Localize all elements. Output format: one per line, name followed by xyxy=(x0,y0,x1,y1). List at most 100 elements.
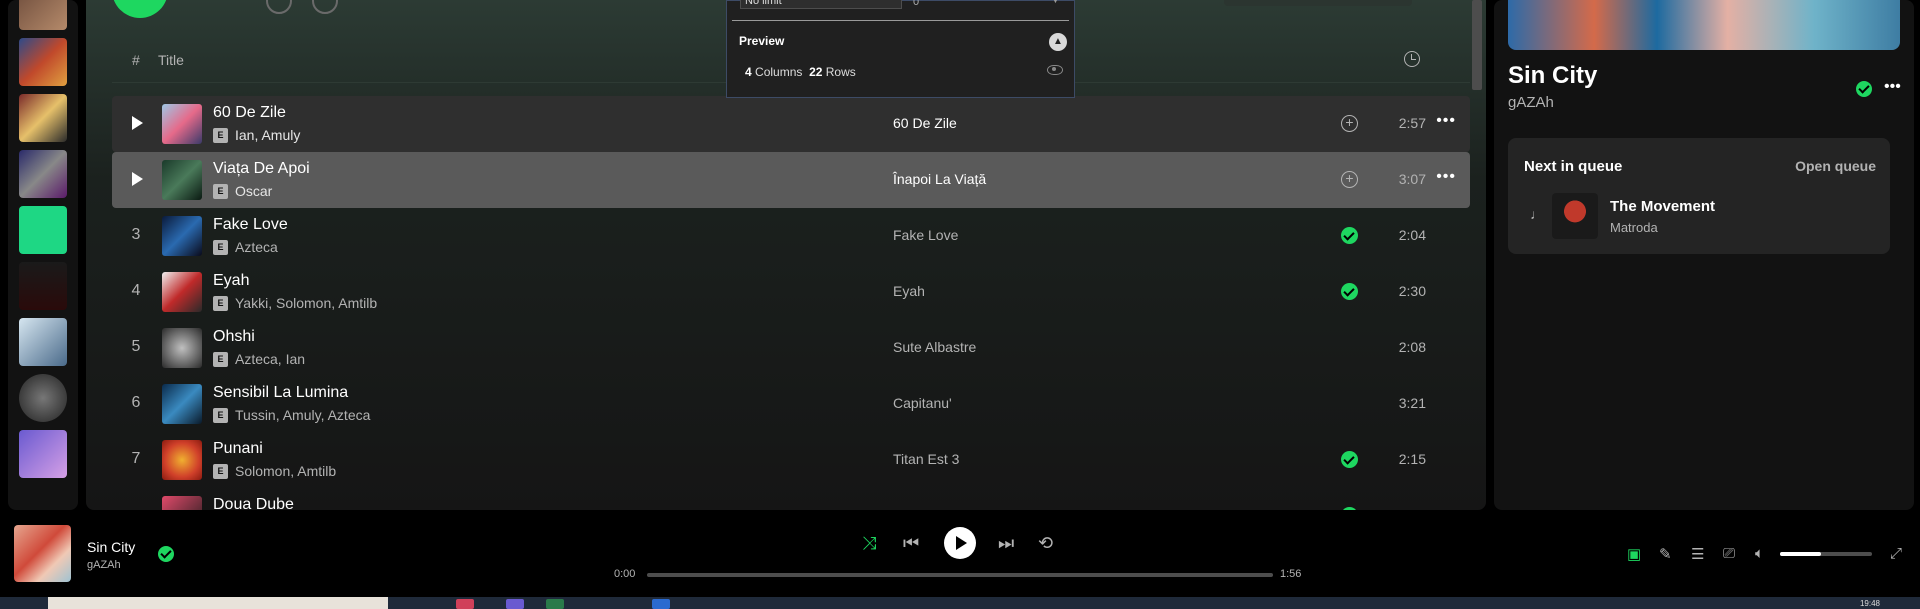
repeat-icon[interactable]: ⟲ xyxy=(1038,533,1053,554)
eye-icon[interactable] xyxy=(1047,65,1063,75)
scrollbar[interactable] xyxy=(1472,0,1482,90)
explicit-badge: E xyxy=(213,408,228,423)
library-item[interactable] xyxy=(19,430,67,478)
track-album[interactable]: Titan Est 3 xyxy=(893,451,959,467)
queue-track-title[interactable]: The Movement xyxy=(1610,198,1715,215)
taskbar-app-icon[interactable] xyxy=(546,599,564,609)
taskbar-app-icon[interactable] xyxy=(652,599,670,609)
library-item[interactable] xyxy=(19,318,67,366)
saved-check-icon[interactable] xyxy=(1856,81,1872,97)
saved-check-icon[interactable] xyxy=(1341,227,1358,244)
track-duration: 3:21 xyxy=(1398,395,1426,411)
now-playing-title[interactable]: Sin City xyxy=(1508,62,1597,90)
queue-track-artist[interactable]: Matroda xyxy=(1610,220,1658,235)
volume-icon[interactable]: 🔈︎ xyxy=(1755,545,1764,562)
library-item[interactable] xyxy=(19,206,67,254)
next-in-queue-card: Next in queue Open queue ♩ The Movement … xyxy=(1508,138,1890,254)
explicit-badge: E xyxy=(213,352,228,367)
add-to-library-icon[interactable]: + xyxy=(1341,171,1358,188)
track-artwork xyxy=(162,104,202,144)
explicit-badge: E xyxy=(213,296,228,311)
track-artists[interactable]: Yakki, Solomon, Amtilb xyxy=(235,295,377,311)
music-note-icon: ♩ xyxy=(1530,206,1544,222)
track-artists[interactable]: Oscar xyxy=(235,183,272,199)
track-row[interactable]: Doua Dube xyxy=(112,488,1470,510)
play-icon[interactable] xyxy=(132,172,143,186)
limit-select[interactable]: No limit xyxy=(740,0,902,9)
saved-check-icon[interactable] xyxy=(1341,451,1358,468)
library-item[interactable] xyxy=(19,38,67,86)
shuffle-icon[interactable] xyxy=(266,0,292,14)
taskbar-app-icon[interactable] xyxy=(456,599,474,609)
track-title[interactable]: Ohshi xyxy=(213,328,255,346)
library-item[interactable] xyxy=(19,150,67,198)
library-item[interactable] xyxy=(19,262,67,310)
player-bar: Sin City gAZAh ⤨ ⏮ ⏭ ⟲ 0:00 1:56 ▣ ✎ ☰ ⎚… xyxy=(0,515,1920,595)
chevron-up-icon[interactable]: ▲ xyxy=(1049,33,1067,51)
track-artists[interactable]: Azteca, Ian xyxy=(235,351,305,367)
track-row[interactable]: 6 Sensibil La Lumina E Tussin, Amuly, Az… xyxy=(112,376,1470,432)
volume-slider[interactable] xyxy=(1780,552,1872,556)
track-album[interactable]: Fake Love xyxy=(893,227,958,243)
taskbar-window-preview[interactable] xyxy=(48,597,388,609)
track-row[interactable]: Viața De Apoi E Oscar Înapoi La Viață + … xyxy=(112,152,1470,208)
saved-check-icon[interactable] xyxy=(1341,507,1358,510)
more-options-icon[interactable]: ••• xyxy=(1436,168,1456,186)
track-row[interactable]: 3 Fake Love E Azteca Fake Love 2:04 xyxy=(112,208,1470,264)
add-to-library-icon[interactable]: + xyxy=(1341,115,1358,132)
connect-device-icon[interactable]: ⎚ xyxy=(1723,545,1735,562)
lyrics-icon[interactable]: ✎ xyxy=(1659,545,1672,563)
more-options-icon[interactable]: ••• xyxy=(1884,78,1901,96)
saved-check-icon[interactable] xyxy=(158,546,174,562)
more-options-icon[interactable]: ••• xyxy=(1436,112,1456,130)
track-title[interactable]: Sensibil La Lumina xyxy=(213,384,348,402)
library-item[interactable] xyxy=(19,94,67,142)
library-item[interactable] xyxy=(19,0,67,30)
previous-icon[interactable]: ⏮ xyxy=(903,533,919,554)
now-playing-artist[interactable]: gAZAh xyxy=(1508,94,1554,111)
track-row[interactable]: 7 Punani E Solomon, Amtilb Titan Est 3 2… xyxy=(112,432,1470,488)
header-title[interactable]: Title xyxy=(158,52,184,68)
track-album[interactable]: Sute Albastre xyxy=(893,339,976,355)
track-artists[interactable]: Azteca xyxy=(235,239,278,255)
track-album[interactable]: Înapoi La Viață xyxy=(893,171,986,187)
taskbar-app-icon[interactable] xyxy=(506,599,524,609)
saved-check-icon[interactable] xyxy=(1341,283,1358,300)
track-number: 5 xyxy=(131,338,141,355)
track-artists[interactable]: Solomon, Amtilb xyxy=(235,463,336,479)
track-album[interactable]: Eyah xyxy=(893,283,925,299)
play-button-large[interactable] xyxy=(112,0,168,18)
elapsed-time: 0:00 xyxy=(614,568,636,580)
shuffle-icon[interactable]: ⤨ xyxy=(862,533,876,554)
library-item[interactable] xyxy=(19,374,67,422)
now-playing-view-icon[interactable]: ▣ xyxy=(1627,545,1641,563)
track-album[interactable]: Capitanu' xyxy=(893,395,952,411)
chevron-down-icon[interactable]: ▼ xyxy=(1051,0,1060,5)
track-title[interactable]: Punani xyxy=(213,440,263,458)
queue-icon[interactable]: ☰ xyxy=(1691,545,1704,563)
track-title[interactable]: Fake Love xyxy=(213,216,288,234)
open-queue-link[interactable]: Open queue xyxy=(1795,158,1876,174)
player-track-title[interactable]: Sin City xyxy=(87,539,135,555)
track-title[interactable]: Viața De Apoi xyxy=(213,160,310,178)
track-album[interactable]: 60 De Zile xyxy=(893,115,957,131)
now-playing-cover[interactable] xyxy=(14,525,71,582)
search-field-edge[interactable] xyxy=(1224,0,1412,6)
track-title[interactable]: Doua Dube xyxy=(213,496,294,510)
os-taskbar: 19:48 xyxy=(0,597,1920,609)
download-icon[interactable] xyxy=(312,0,338,14)
fullscreen-icon[interactable]: ⤢ xyxy=(1890,545,1902,562)
track-title[interactable]: 60 De Zile xyxy=(213,104,286,122)
track-artists[interactable]: Ian, Amuly xyxy=(235,127,300,143)
play-icon[interactable] xyxy=(132,116,143,130)
next-icon[interactable]: ⏭ xyxy=(998,533,1014,554)
offset-value[interactable]: 0 xyxy=(913,0,919,8)
track-row[interactable]: 60 De Zile E Ian, Amuly 60 De Zile + 2:5… xyxy=(112,96,1470,152)
play-pause-button[interactable] xyxy=(944,527,976,559)
progress-bar[interactable] xyxy=(647,573,1273,577)
track-row[interactable]: 5 Ohshi E Azteca, Ian Sute Albastre 2:08 xyxy=(112,320,1470,376)
track-row[interactable]: 4 Eyah E Yakki, Solomon, Amtilb Eyah 2:3… xyxy=(112,264,1470,320)
player-track-artist[interactable]: gAZAh xyxy=(87,559,121,571)
track-title[interactable]: Eyah xyxy=(213,272,249,290)
track-artists[interactable]: Tussin, Amuly, Azteca xyxy=(235,407,370,423)
